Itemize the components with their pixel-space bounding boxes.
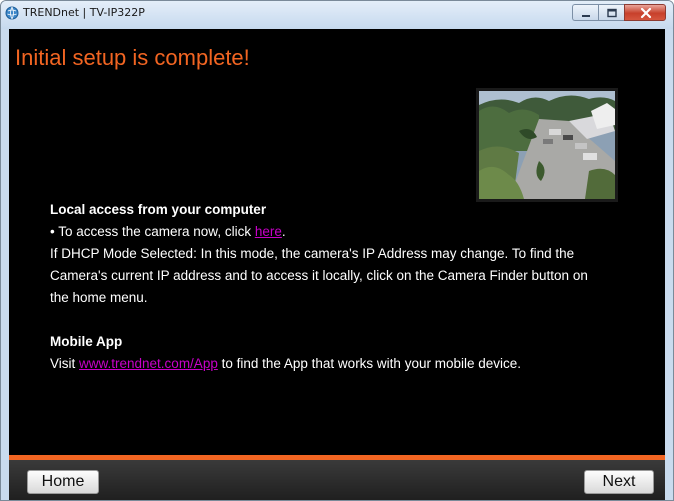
dhcp-line-2: Camera's current IP address and to acces… bbox=[50, 268, 588, 283]
instructions: Local access from your computer • To acc… bbox=[50, 199, 650, 375]
minimize-button[interactable] bbox=[572, 4, 598, 21]
window-title: TRENDnet | TV-IP322P bbox=[23, 6, 145, 19]
mobile-app-suffix: to find the App that works with your mob… bbox=[217, 356, 522, 371]
dhcp-line-1: If DHCP Mode Selected: In this mode, the… bbox=[50, 246, 575, 261]
window-controls bbox=[572, 4, 666, 21]
camera-view-illustration bbox=[479, 91, 615, 199]
access-camera-line: • To access the camera now, click here. bbox=[50, 221, 650, 243]
maximize-icon bbox=[607, 8, 617, 18]
dhcp-line-3: the home menu. bbox=[50, 290, 148, 305]
trendnet-globe-icon bbox=[5, 6, 19, 20]
setup-panel: Initial setup is complete! Local access … bbox=[9, 29, 665, 455]
camera-preview-image bbox=[476, 88, 618, 202]
trendnet-app-link[interactable]: www.trendnet.com/App bbox=[79, 356, 218, 371]
here-link[interactable]: here bbox=[255, 224, 282, 239]
mobile-app-line: Visit www.trendnet.com/App to find the A… bbox=[50, 353, 650, 375]
mobile-app-prefix: Visit bbox=[50, 356, 80, 371]
title-bar[interactable]: TRENDnet | TV-IP322P bbox=[1, 1, 673, 29]
minimize-icon bbox=[582, 15, 590, 17]
mobile-app-title: Mobile App bbox=[50, 334, 123, 349]
access-camera-suffix: . bbox=[281, 224, 286, 239]
page-title: Initial setup is complete! bbox=[15, 45, 250, 70]
close-icon bbox=[640, 7, 652, 19]
footer-bar: Home Next bbox=[9, 460, 665, 500]
access-camera-text: • To access the camera now, click bbox=[50, 224, 255, 239]
close-button[interactable] bbox=[624, 4, 666, 21]
next-button[interactable]: Next bbox=[584, 470, 654, 494]
local-access-title: Local access from your computer bbox=[50, 202, 267, 217]
home-button[interactable]: Home bbox=[27, 470, 99, 494]
app-window: TRENDnet | TV-IP322P Initial setup is co… bbox=[0, 0, 674, 501]
maximize-button[interactable] bbox=[598, 4, 624, 21]
